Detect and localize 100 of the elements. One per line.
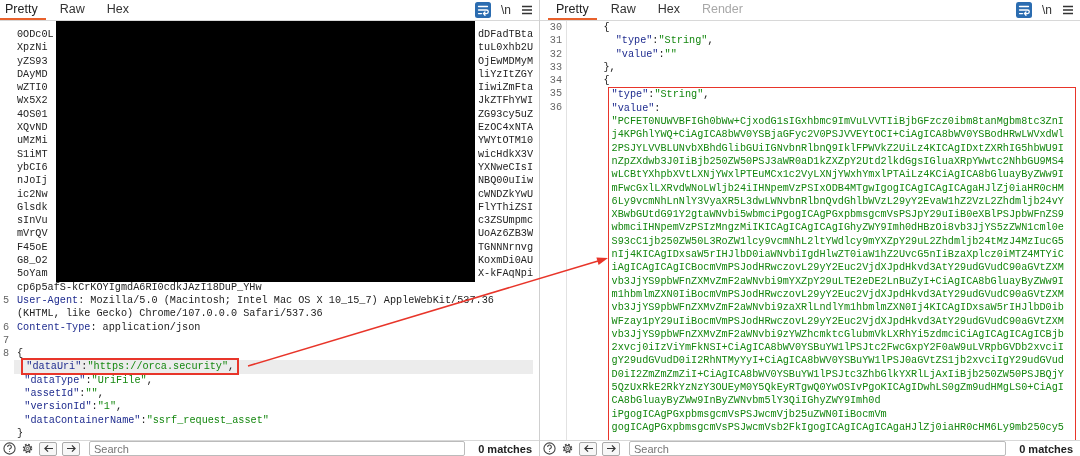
code-fragment: wicHdkX3V <box>477 147 533 161</box>
code-fragment: X-kFAqNpi <box>477 267 533 281</box>
code-line: "PCFET0NUWVBFIGh0bWw+CjxodG1sIGxhbmc9ImVuLVVTIiBjbGFzcz0ibm8tanMgbm8tc3ZnI <box>611 116 1064 128</box>
arrow-right-icon <box>65 444 77 453</box>
code-line: gY29udGVudD0iI2RhNTMyYyI+CiAgICA8bWV0YSBuYW1lPSJ0aGVtZS1jb2xvciIgY29udGVud <box>611 355 1064 367</box>
code-fragment: KoxmDi0AU <box>477 254 533 268</box>
code-line: } <box>17 427 24 439</box>
code-fragment: ic2Nw <box>17 187 48 201</box>
code-fragment: dDFadTBta <box>477 28 533 42</box>
code-line: "value":"" <box>615 48 677 60</box>
code-fragment: uMzMi <box>17 134 48 148</box>
menu-icon[interactable] <box>521 4 533 16</box>
word-wrap-icon[interactable] <box>1016 2 1032 18</box>
newline-toggle[interactable]: \n <box>1042 3 1052 17</box>
line-number: 8 <box>3 348 10 360</box>
code-fragment: UoAz6ZB3W <box>477 227 533 241</box>
code-line: j4KPGhlYWQ+CiAgICA8bWV0YSBjaGFyc2V0PSJVVEYtOCI+CiAgICA8bWV0YSBodHRwLWVxdWl <box>611 129 1064 141</box>
code-fragment: EzOC4xNTA <box>477 121 533 135</box>
code-line: gogICAgPGxpbmsgcmVsPSJwcmVsb2FkIgogICAgICAgICAgaHJlZj0iaHR0cHM6Ly9mb250cy5 <box>611 421 1064 433</box>
line-number: 5 <box>3 294 10 306</box>
code-fragment: NBQ00uIiw <box>477 174 533 188</box>
code-line: 2PSJYLVVBLUNvbXBhdGlibGUiIGNvbnRlbnQ9IklFPWVkZ2UiLz4KICAgIDxtZXRhIG5hbWU9I <box>611 142 1064 154</box>
back-button[interactable] <box>39 441 57 456</box>
code-fragment: nJoIj <box>17 174 48 188</box>
code-line: m1hbmlmZXN0IiBocmVmPSJodHRwczovL29yY2Euc2VjdXJpdHkvd3AtY29udGVudC90aGVtZXM <box>611 288 1064 300</box>
forward-button[interactable] <box>62 441 80 456</box>
code-line: nIj4KICAgIDxsaW5rIHJlbD0iaWNvbiIgdHlwZT0iaW1hZ2UvcG5nIiBzaXplcz0iMTZ4MTYiC <box>611 249 1064 261</box>
code-fragment: mVrQV <box>17 227 48 241</box>
search-field[interactable]: Search <box>629 441 1007 456</box>
line-number: 34 <box>549 75 562 87</box>
help-icon[interactable] <box>3 442 16 455</box>
code-line: { <box>603 75 610 87</box>
code-fragment: YWYtOTM10 <box>477 134 533 148</box>
arrow-right-icon <box>605 444 617 453</box>
code-line: iPgogICAgPGxpbmsgcmVsPSJwcmVjb25uZWN0IiBocmVm <box>611 408 887 420</box>
line-number: 31 <box>549 35 562 47</box>
view-tab[interactable]: Raw <box>51 0 93 20</box>
settings-icon[interactable] <box>21 442 34 455</box>
code-fragment: Glsdk <box>17 200 48 215</box>
match-count: 0 matches <box>1018 442 1074 455</box>
forward-button[interactable] <box>602 441 620 456</box>
code-line: D0iI2ZmZmZmZiI+CiAgICA8bWV0YSBuYW1lPSJtc3ZhbGlkYXRlLjAxIiBjb250ZW50PSJBQjY <box>611 368 1064 380</box>
code-line: iAgICAgICAgICBocmVmPSJodHRwczovL29yY2Euc2VjdXJpdHkvd3AtY29udGVudC90aGVtZXM <box>611 262 1064 274</box>
code-line: 5QzUxRkE2RkYzNzY3OUEyM0Y5QkEyRTgwQ0YwOSIvPgoKICAgIDwhLS0gZm9udHMgLS0+CiAgI <box>611 382 1064 393</box>
code-fragment: ybCI6 <box>17 160 48 175</box>
view-tab[interactable]: Hex <box>649 0 688 20</box>
code-fragment: sInVu <box>17 214 48 228</box>
settings-icon[interactable] <box>561 442 574 455</box>
line-number: 36 <box>549 101 562 113</box>
code-line: XBwbGUtdG91Y2gtaWNvbi5wbmciPgogICAgPGxpbmsgcmVsPSJpY29uIiB0eXBlPSJpbWFnZS9 <box>611 209 1064 221</box>
code-fragment: 0ODc0L <box>17 28 54 42</box>
code-fragment: S1iMT <box>17 147 48 161</box>
code-fragment: Wx5X2 <box>17 94 48 108</box>
code-fragment: cWNDZkYwU <box>477 187 533 201</box>
line-number: 7 <box>3 334 10 346</box>
code-line: CA8bGluayByZWw9InByZWNvbm5lY3QiIGhyZWY9Imh0d <box>611 395 881 407</box>
word-wrap-icon[interactable] <box>475 2 491 18</box>
code-line: 6Ly9vcmNhLnNlY3VyaXR5L3dwLWNvbnRlbnQvdGhlbWVzL29yY2EvaW1hZ2VzL2Zhdmljb24vY <box>611 195 1064 207</box>
code-line: "versionId":"1", <box>24 401 123 413</box>
line-number: 33 <box>549 61 562 73</box>
code-fragment: OjEwMDMyM <box>477 54 533 68</box>
line-number: 35 <box>549 88 562 100</box>
view-tab[interactable]: Pretty <box>0 0 46 20</box>
code-fragment: F45oE <box>17 240 48 255</box>
code-line: wLCBtYXhpbXVtLXNjYWxlPTEuMCx1c2VyLXNjYWxhYmxlPTAiLz4KCiAgICA8bGluayByZWw9I <box>611 169 1064 181</box>
line-number: 30 <box>549 22 562 33</box>
code-line: "type":"String", <box>615 35 714 47</box>
code-fragment: YXNweCIsI <box>477 160 533 175</box>
help-icon[interactable] <box>543 442 556 455</box>
arrow-left-icon <box>42 444 54 453</box>
code-fragment: FlYThiZSI <box>477 200 533 215</box>
code-line: WFzay1pY29uIiBocmVmPSJodHRwczovL29yY2Euc2VjdXJpdHkvd3AtY29udGVudC90aGVtZXM <box>611 315 1064 327</box>
code-fragment: wZTI0 <box>17 81 48 95</box>
code-line: cp6p5afS-kCrKOYIgmdA6RI0cdkJAzI18DuP_YHw <box>17 281 262 293</box>
code-line: vb3JjYS9pbWFnZXMvZmF2aWNvbi9zaXRlLndlYm1hbmlmZXN0Ij4KICAgIDxsaW5rIHJlbD0ib <box>611 302 1064 314</box>
code-line: "value": <box>611 102 661 114</box>
code-fragment: G8_O2 <box>17 254 48 268</box>
code-line: { <box>17 348 24 360</box>
code-line: S93cC1jb250ZW50L3RoZW1lcy9vcmNhL2ltYWdlcy9mYXZpY29uL2Zhdmljb24tMzJ4MzIucG5 <box>611 235 1064 247</box>
code-fragment: XpzNi <box>17 41 48 55</box>
code-line: "dataContainerName":"ssrf_request_asset" <box>24 414 269 426</box>
code-line: Content-Type: application/json <box>17 321 201 333</box>
code-fragment: ZG93cy5uZ <box>477 107 533 122</box>
back-button[interactable] <box>579 441 597 456</box>
view-tab[interactable]: Raw <box>602 0 644 20</box>
code-line: { <box>603 22 610 33</box>
code-fragment: XQvND <box>17 121 48 135</box>
code-line: mFwcGxlLXRvdWNoLWljb24iIHNpemVzPSIxODB4MTgwIgogICAgICAgICAgaHJlZj0iaHR0cHM <box>611 182 1064 194</box>
line-number: 6 <box>3 321 10 333</box>
code-line: nZpZXdwb3J0IiBjb250ZW50PSJ3aWR0aD1kZXZpY2Utd2lkdGgsIGluaXRpYWwtc2NhbGU9MS4 <box>611 155 1064 167</box>
view-tab[interactable]: Hex <box>98 0 137 20</box>
code-fragment: c3ZSUmpmc <box>477 214 533 228</box>
search-field[interactable]: Search <box>89 441 466 456</box>
code-fragment: TGNNNrnvg <box>477 240 533 255</box>
code-line: "dataType":"UriFile", <box>24 374 153 386</box>
view-tab[interactable]: Pretty <box>548 0 597 20</box>
newline-toggle[interactable]: \n <box>501 3 511 17</box>
line-number: 32 <box>549 48 562 60</box>
code-fragment: liYzItZGY <box>477 67 533 82</box>
menu-icon[interactable] <box>1062 4 1074 16</box>
